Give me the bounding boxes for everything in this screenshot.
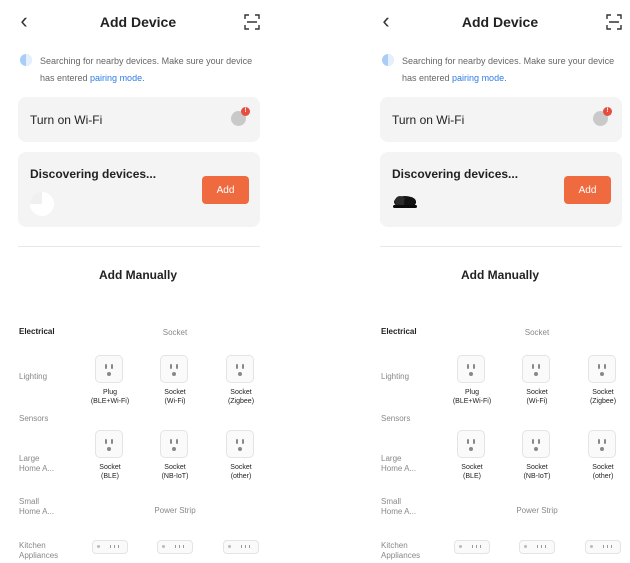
category-small-home[interactable]: Small Home A... (19, 497, 54, 517)
device-label: Socket (BLE) (461, 464, 483, 480)
socket-icon (457, 430, 485, 458)
device-label: Socket (Wi-Fi) (526, 389, 548, 405)
socket-icon (226, 430, 254, 458)
notice-text: Searching for nearby devices. Make sure … (40, 56, 253, 83)
device-label: Plug (BLE+Wi-Fi) (452, 389, 492, 405)
add-button[interactable]: Add (202, 176, 249, 204)
wifi-card[interactable]: Turn on Wi-Fi ! (18, 97, 260, 142)
category-sensors[interactable]: Sensors (19, 414, 48, 424)
pairing-mode-link[interactable]: pairing mode (452, 73, 504, 83)
found-device-icon[interactable] (392, 194, 418, 210)
category-lighting[interactable]: Lighting (381, 372, 409, 382)
category-electrical[interactable]: Electrical (381, 327, 417, 337)
category-lighting[interactable]: Lighting (19, 372, 47, 382)
socket-icon (226, 355, 254, 383)
search-notice: Searching for nearby devices. Make sure … (380, 50, 624, 90)
device-label: Socket (NB-IoT) (161, 464, 189, 480)
power-strip-icon[interactable] (454, 540, 490, 554)
page-title: Add Device (461, 14, 539, 30)
divider (380, 246, 622, 247)
discover-label: Discovering devices... (30, 167, 157, 181)
wifi-label: Turn on Wi-Fi (30, 113, 103, 127)
socket-icon (95, 355, 123, 383)
screen-found: ‹ Add Device Searching for nearby device… (372, 0, 628, 563)
scan-icon[interactable] (606, 14, 622, 30)
section-title: Add Manually (460, 268, 539, 282)
scan-icon[interactable] (244, 14, 260, 30)
alert-badge: ! (241, 107, 250, 116)
device-label: Socket (NB-IoT) (523, 464, 551, 480)
category-large-home[interactable]: Large Home A... (381, 454, 416, 474)
category-kitchen[interactable]: Kitchen Appliances (381, 541, 420, 561)
spinner-icon (382, 54, 394, 66)
search-notice: Searching for nearby devices. Make sure … (18, 50, 262, 90)
divider (18, 246, 260, 247)
socket-icon (588, 355, 616, 383)
spinner-icon (20, 54, 32, 66)
device-label: Socket (Wi-Fi) (164, 389, 186, 405)
socket-icon (457, 355, 485, 383)
section-socket: Socket (524, 328, 550, 337)
section-title: Add Manually (98, 268, 177, 282)
screen-searching: ‹ Add Device Searching for nearby device… (10, 0, 266, 563)
device-label: Socket (Zigbee) (589, 389, 617, 405)
socket-icon (522, 430, 550, 458)
page-title: Add Device (99, 14, 177, 30)
section-power-strip: Power Strip (154, 506, 196, 515)
wifi-card[interactable]: Turn on Wi-Fi ! (380, 97, 622, 142)
category-large-home[interactable]: Large Home A... (19, 454, 54, 474)
header: ‹ Add Device (10, 0, 266, 44)
device-label: Socket (BLE) (99, 464, 121, 480)
device-label: Plug (BLE+Wi-Fi) (90, 389, 130, 405)
power-strip-icon[interactable] (92, 540, 128, 554)
socket-icon (588, 430, 616, 458)
wifi-label: Turn on Wi-Fi (392, 113, 465, 127)
socket-icon (522, 355, 550, 383)
device-label: Socket (Zigbee) (227, 389, 255, 405)
socket-icon (95, 430, 123, 458)
discover-card: Discovering devices... Add (380, 152, 622, 227)
notice-end: . (504, 73, 507, 83)
loading-icon (30, 192, 54, 216)
category-electrical[interactable]: Electrical (19, 327, 55, 337)
discover-card: Discovering devices... Add (18, 152, 260, 227)
category-kitchen[interactable]: Kitchen Appliances (19, 541, 58, 561)
socket-icon (160, 355, 188, 383)
device-label: Socket (other) (230, 464, 252, 480)
notice-text: Searching for nearby devices. Make sure … (402, 56, 615, 83)
power-strip-icon[interactable] (157, 540, 193, 554)
socket-icon (160, 430, 188, 458)
category-small-home[interactable]: Small Home A... (381, 497, 416, 517)
discover-label: Discovering devices... (392, 167, 519, 181)
alert-badge: ! (603, 107, 612, 116)
category-sensors[interactable]: Sensors (381, 414, 410, 424)
header: ‹ Add Device (372, 0, 628, 44)
section-socket: Socket (162, 328, 188, 337)
section-power-strip: Power Strip (516, 506, 558, 515)
power-strip-icon[interactable] (223, 540, 259, 554)
power-strip-icon[interactable] (519, 540, 555, 554)
power-strip-icon[interactable] (585, 540, 621, 554)
device-label: Socket (other) (592, 464, 614, 480)
add-button[interactable]: Add (564, 176, 611, 204)
pairing-mode-link[interactable]: pairing mode (90, 73, 142, 83)
notice-end: . (142, 73, 145, 83)
